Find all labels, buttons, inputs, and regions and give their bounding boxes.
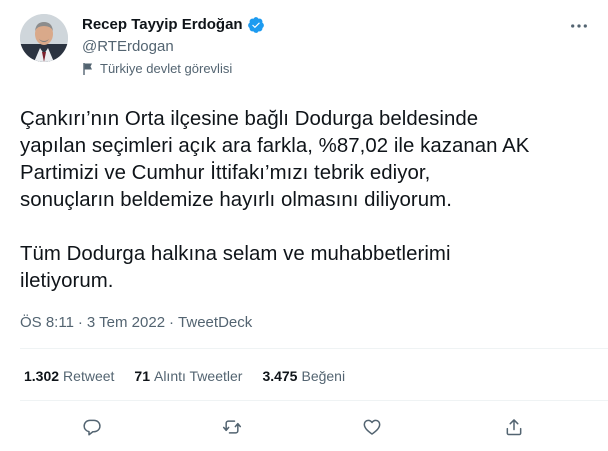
more-horizontal-icon <box>571 24 587 28</box>
tweet-action-bar <box>0 410 608 444</box>
heart-icon <box>363 419 381 435</box>
government-label-text: Türkiye devlet görevlisi <box>100 61 233 76</box>
likes-stat[interactable]: 3.475 Beğeni <box>262 366 345 386</box>
meta-separator: · <box>77 314 83 331</box>
tweet-text: Çankırı’nın Orta ilçesine bağlı Dodurga … <box>20 106 592 295</box>
author-handle[interactable]: @RTErdogan <box>82 37 174 57</box>
author-display-name[interactable]: Recep Tayyip Erdoğan <box>82 15 243 35</box>
share-icon <box>506 419 522 436</box>
retweet-button[interactable] <box>215 410 249 444</box>
avatar-image <box>20 14 68 62</box>
tweet-date[interactable]: 3 Tem 2022 <box>87 314 165 331</box>
tweet-paragraph: Tüm Dodurga halkına selam ve muhabbetler… <box>20 243 451 292</box>
more-options-button[interactable] <box>564 14 594 38</box>
quotes-stat[interactable]: 71 Alıntı Tweetler <box>134 366 242 386</box>
quotes-count: 71 <box>134 368 150 384</box>
flag-icon <box>82 62 94 76</box>
divider <box>20 348 608 349</box>
verified-badge-icon <box>247 16 265 34</box>
retweets-stat[interactable]: 1.302 Retweet <box>24 366 114 386</box>
reply-button[interactable] <box>75 410 109 444</box>
divider <box>20 400 608 401</box>
retweets-label: Retweet <box>63 368 115 384</box>
tweet-meta: ÖS 8:11 · 3 Tem 2022 · TweetDeck <box>20 313 252 333</box>
author-name-row[interactable]: Recep Tayyip Erdoğan <box>82 15 265 35</box>
likes-label: Beğeni <box>301 368 346 384</box>
retweet-icon <box>222 420 242 434</box>
retweets-count: 1.302 <box>24 368 60 384</box>
avatar[interactable] <box>20 14 68 62</box>
tweet-paragraph: Çankırı’nın Orta ilçesine bağlı Dodurga … <box>20 108 530 211</box>
likes-count: 3.475 <box>262 368 298 384</box>
meta-separator: · <box>169 314 175 331</box>
tweet-source[interactable]: TweetDeck <box>178 314 252 331</box>
quotes-label: Alıntı Tweetler <box>153 368 243 384</box>
tweet-time[interactable]: ÖS 8:11 <box>20 314 74 331</box>
share-button[interactable] <box>497 410 531 444</box>
government-label[interactable]: Türkiye devlet görevlisi <box>82 61 232 77</box>
tweet-card: Recep Tayyip Erdoğan @RTErdogan Türkiye … <box>0 0 608 451</box>
like-button[interactable] <box>355 410 389 444</box>
reply-icon <box>83 419 101 436</box>
tweet-stats: 1.302 Retweet 71 Alıntı Tweetler 3.475 B… <box>24 366 345 386</box>
